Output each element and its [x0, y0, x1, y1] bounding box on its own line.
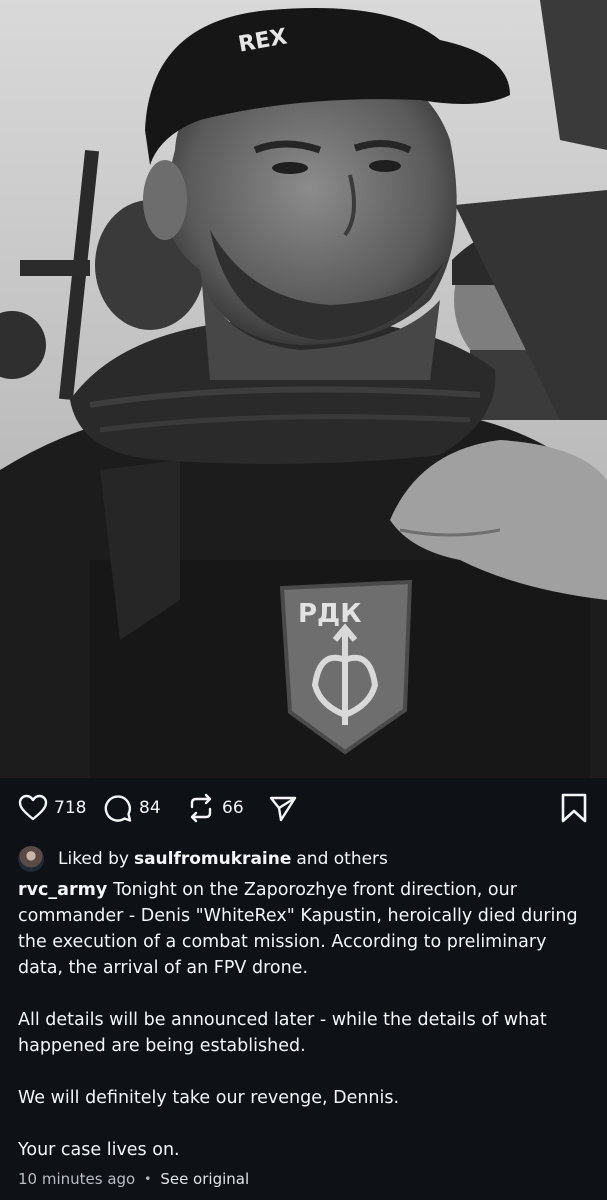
comment-bubble-icon	[103, 793, 133, 823]
comment-count: 84	[139, 798, 161, 818]
post-timestamp: 10 minutes ago	[18, 1170, 136, 1188]
liked-by-username[interactable]: saulfromukraine	[134, 849, 291, 869]
like-count: 718	[54, 798, 87, 818]
caption-paragraph: Your case lives on.	[18, 1140, 180, 1160]
liked-by-suffix: and others	[296, 849, 388, 869]
liker-avatar[interactable]	[18, 846, 44, 872]
caption-paragraph: rvc_army Tonight on the Zaporozhye front …	[18, 877, 593, 981]
post-action-bar: 718 84 66	[0, 778, 607, 838]
repost-icon	[186, 793, 216, 823]
caption-username[interactable]: rvc_army	[18, 880, 107, 900]
repost-button[interactable]: 66	[186, 792, 244, 824]
see-original-link[interactable]: See original	[160, 1170, 249, 1188]
patch-lettering: РДК	[298, 599, 361, 629]
comment-button[interactable]: 84	[103, 792, 161, 824]
share-paper-plane-icon	[268, 793, 298, 823]
repost-count: 66	[222, 798, 244, 818]
like-button[interactable]: 718	[18, 792, 86, 824]
bookmark-icon	[560, 792, 588, 824]
caption-paragraph: All details will be announced later - wh…	[18, 1010, 547, 1056]
liked-by-prefix: Liked by	[58, 849, 129, 869]
post-meta: 10 minutes ago • See original	[18, 1170, 249, 1188]
meta-separator: •	[144, 1172, 152, 1186]
save-button[interactable]	[560, 792, 588, 824]
share-button[interactable]	[268, 792, 298, 824]
heart-icon	[18, 794, 48, 822]
post-photo-illustration: REX РДК	[0, 0, 607, 778]
liked-by-row[interactable]: Liked by saulfromukraine and others	[18, 846, 388, 872]
post-caption: rvc_army Tonight on the Zaporozhye front …	[18, 877, 593, 1189]
post-photo[interactable]: REX РДК	[0, 0, 607, 778]
caption-paragraph: We will definitely take our revenge, Den…	[18, 1088, 400, 1108]
